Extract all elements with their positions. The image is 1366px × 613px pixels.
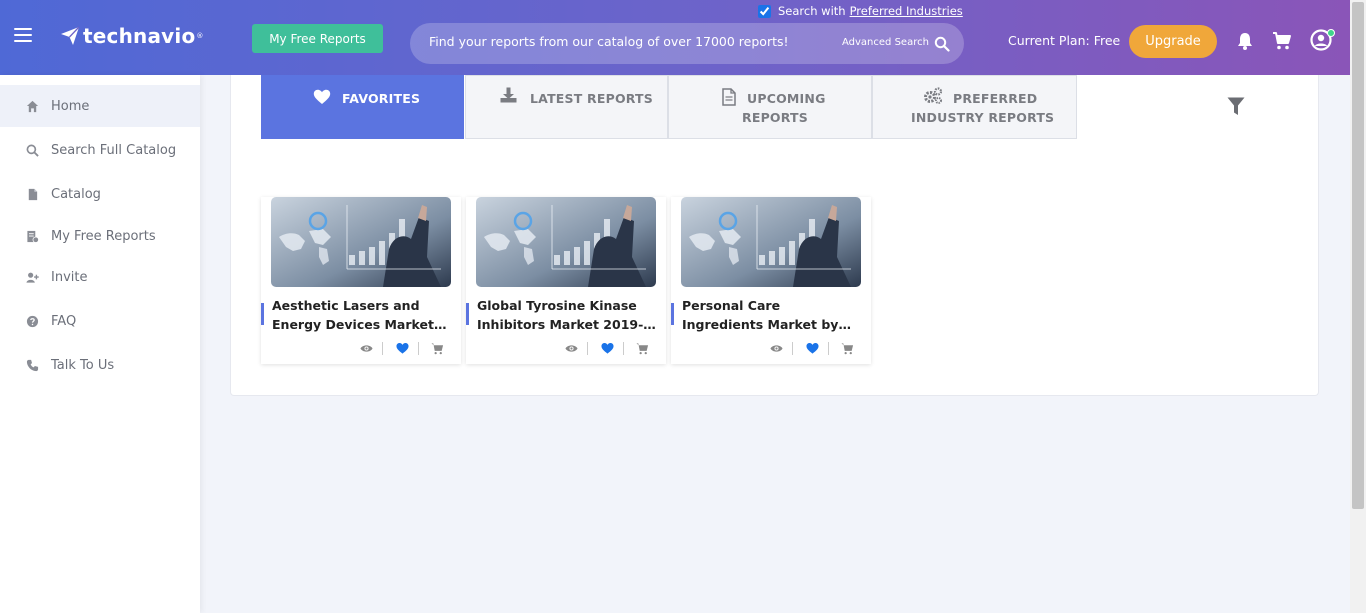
sidebar-item-home[interactable]: Home [0, 85, 200, 127]
document-icon [722, 88, 736, 106]
sidebar-item-label: Invite [51, 269, 88, 285]
report-title[interactable]: Aesthetic Lasers and Energy Devices Mark… [272, 296, 454, 334]
phone-icon [26, 359, 39, 371]
my-free-reports-button[interactable]: My Free Reports [252, 24, 383, 53]
preferred-industries-link[interactable]: Preferred Industries [850, 4, 963, 18]
filter-icon[interactable] [1227, 97, 1245, 116]
preferred-industries-checkbox-row[interactable]: Search with Preferred Industries [758, 4, 963, 18]
logo-registered-mark: ® [196, 32, 204, 40]
title-accent-bar [466, 303, 469, 325]
sidebar-item-label: Search Full Catalog [51, 142, 177, 158]
title-accent-bar [671, 303, 674, 325]
online-status-dot [1327, 29, 1335, 37]
top-header: technavio ® My Free Reports Search with … [0, 0, 1350, 75]
sidebar: Home Search Full Catalog Catalog My Free… [0, 75, 200, 613]
sidebar-item-invite[interactable]: Invite [0, 256, 200, 298]
tab-favorites[interactable]: FAVORITES [261, 75, 464, 139]
card-actions [560, 341, 660, 357]
tab-label: FAVORITES [342, 91, 421, 106]
report-title[interactable]: Global Tyrosine Kinase Inhibitors Market… [477, 296, 659, 334]
cart-icon[interactable] [1272, 31, 1292, 51]
report-icon [27, 230, 39, 243]
card-actions [765, 341, 865, 357]
favorite-heart-icon[interactable] [806, 342, 819, 355]
user-plus-icon [26, 272, 39, 283]
search-icon[interactable] [934, 36, 950, 52]
question-icon [26, 315, 39, 327]
sidebar-item-my-free-reports[interactable]: My Free Reports [0, 215, 200, 257]
tab-label: LATEST REPORTS [530, 91, 653, 106]
tab-latest-reports[interactable]: LATEST REPORTS [465, 75, 668, 139]
favorite-heart-icon[interactable] [601, 342, 614, 355]
report-thumbnail-image [476, 197, 656, 287]
view-eye-icon[interactable] [770, 342, 783, 355]
sidebar-item-catalog[interactable]: Catalog [0, 173, 200, 215]
search-input[interactable] [429, 34, 809, 49]
tab-preferred-industry-reports[interactable]: PREFERRED INDUSTRY REPORTS [872, 75, 1077, 139]
scrollbar-thumb[interactable] [1352, 2, 1364, 509]
cart-icon[interactable] [636, 342, 649, 355]
search-icon [26, 144, 39, 157]
heart-icon [313, 89, 331, 104]
view-eye-icon[interactable] [360, 342, 373, 355]
tab-label-line2: REPORTS [742, 110, 808, 125]
report-card[interactable]: Personal Care Ingredients Market by Prod… [671, 197, 871, 364]
upgrade-button[interactable]: Upgrade [1129, 25, 1217, 58]
cart-icon[interactable] [841, 342, 854, 355]
bell-icon[interactable] [1235, 31, 1255, 51]
download-icon [500, 87, 517, 103]
paper-plane-icon [61, 26, 80, 45]
sidebar-item-talk-to-us[interactable]: Talk To Us [0, 344, 200, 386]
sidebar-item-label: FAQ [51, 313, 77, 329]
tab-upcoming-reports[interactable]: UPCOMING REPORTS [668, 75, 872, 139]
sidebar-item-label: My Free Reports [51, 228, 156, 244]
sidebar-item-label: Talk To Us [51, 357, 115, 373]
tab-label-line1: PREFERRED [953, 91, 1038, 106]
report-thumbnail-image [271, 197, 451, 287]
cart-icon[interactable] [431, 342, 444, 355]
sidebar-item-label: Catalog [51, 186, 101, 202]
current-plan-text: Current Plan: Free [1008, 33, 1121, 48]
sidebar-item-faq[interactable]: FAQ [0, 300, 200, 342]
report-title[interactable]: Personal Care Ingredients Market by Prod… [682, 296, 864, 334]
view-eye-icon[interactable] [565, 342, 578, 355]
report-thumbnail-image [681, 197, 861, 287]
tab-label-line1: UPCOMING [747, 91, 826, 106]
tab-label-line2: INDUSTRY REPORTS [911, 110, 1055, 125]
hamburger-menu-icon[interactable] [14, 28, 32, 44]
home-icon [26, 100, 39, 112]
report-card[interactable]: Global Tyrosine Kinase Inhibitors Market… [466, 197, 666, 364]
search-bar: Advanced Search [410, 23, 964, 64]
technavio-logo[interactable]: technavio ® [60, 24, 203, 48]
sidebar-item-label: Home [51, 98, 90, 114]
advanced-search-link[interactable]: Advanced Search [842, 37, 929, 48]
preferred-prefix-text: Search with [778, 4, 846, 18]
title-accent-bar [261, 303, 264, 325]
logo-text: technavio [83, 24, 196, 48]
favorite-heart-icon[interactable] [396, 342, 409, 355]
report-card[interactable]: Aesthetic Lasers and Energy Devices Mark… [261, 197, 461, 364]
favorites-panel: FAVORITES LATEST REPORTS UPCOMING REPORT… [230, 75, 1319, 396]
preferred-industries-checkbox[interactable] [758, 4, 771, 18]
card-actions [355, 341, 455, 357]
sidebar-item-search-full-catalog[interactable]: Search Full Catalog [0, 129, 200, 171]
gears-icon [924, 87, 943, 104]
file-icon [28, 188, 38, 200]
